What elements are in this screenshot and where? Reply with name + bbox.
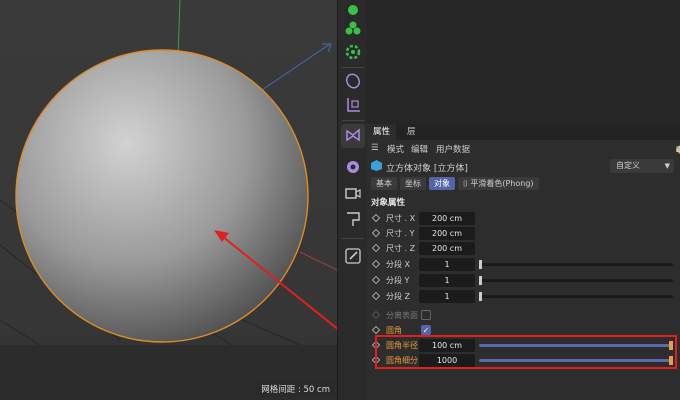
segments-z-slider[interactable] [479, 292, 673, 301]
subtab-basic[interactable]: 基本 [371, 177, 397, 190]
attribute-menu: ☰ 模式 编辑 用户数据 ← ↑ ⌕ ⌂ 🔒 ⚙ ⧉ [367, 141, 680, 157]
camera-icon [345, 185, 361, 204]
subtab-phong[interactable]: ⌷ 平滑着色(Phong) [458, 177, 539, 190]
preset-dropdown[interactable]: 自定义 ▼ [610, 159, 674, 173]
tool-mograph[interactable] [341, 41, 365, 65]
grid-spacing-readout: 网格间距 : 50 cm [256, 381, 335, 397]
slider-knob[interactable] [479, 292, 482, 301]
tag-icon [345, 211, 361, 230]
segments-y-field[interactable]: 1 [419, 274, 475, 287]
param-segments-z: 分段 Z 1 [367, 290, 680, 304]
keyframe-diamond-icon[interactable] [371, 291, 381, 301]
keyframe-diamond-icon[interactable] [371, 275, 381, 285]
size-z-field[interactable]: 200 cm [419, 242, 475, 255]
right-panel: 属性 层 ☰ 模式 编辑 用户数据 ← ↑ ⌕ ⌂ 🔒 ⚙ ⧉ 立方体对象 [立… [367, 0, 680, 400]
chevron-down-icon: ▼ [664, 162, 670, 170]
transform-icon [345, 97, 361, 116]
segments-y-slider[interactable] [479, 276, 673, 285]
attribute-manager: 属性 层 ☰ 模式 编辑 用户数据 ← ↑ ⌕ ⌂ 🔒 ⚙ ⧉ 立方体对象 [立… [367, 124, 680, 400]
attribute-subtabs: 基本 坐标 对象 ⌷ 平滑着色(Phong) [371, 177, 539, 190]
subtab-object[interactable]: 对象 [429, 177, 455, 190]
cube-icon [371, 160, 382, 174]
tool-cloner[interactable] [341, 17, 365, 41]
spline-icon [345, 127, 361, 146]
viewport-scene [0, 0, 337, 400]
param-separate-surfaces: 分离表面 [367, 309, 680, 323]
keyframe-diamond-icon[interactable] [371, 310, 381, 320]
size-y-field[interactable]: 200 cm [419, 227, 475, 240]
slider-knob[interactable] [479, 276, 482, 285]
tool-tag[interactable] [341, 208, 365, 232]
tool-spline[interactable] [341, 124, 365, 148]
menu-mode[interactable]: 模式 [387, 143, 404, 155]
param-label: 尺寸 . X [386, 214, 416, 223]
menu-user-data[interactable]: 用户数据 [436, 143, 470, 155]
capsule-icon [345, 72, 361, 92]
object-manager[interactable] [367, 0, 680, 125]
tool-edit[interactable] [341, 245, 365, 269]
tab-layers[interactable]: 层 [401, 124, 422, 140]
segments-x-slider[interactable] [479, 260, 673, 269]
segments-z-field[interactable]: 1 [419, 290, 475, 303]
section-title: 对象属性 [371, 198, 406, 208]
keyframe-diamond-icon[interactable] [371, 213, 381, 223]
tool-capsule[interactable] [341, 70, 365, 94]
keyframe-diamond-icon[interactable] [371, 243, 381, 253]
subtab-phong-label: 平滑着色(Phong) [470, 179, 534, 188]
param-size-z: 尺寸 . Z 200 cm [367, 242, 680, 256]
viewport-3d[interactable]: 网格间距 : 50 cm [0, 0, 337, 400]
keyframe-diamond-icon[interactable] [371, 325, 381, 335]
param-label: 尺寸 . Z [386, 244, 416, 253]
sphere-object[interactable] [15, 49, 309, 343]
hamburger-icon[interactable]: ☰ [371, 143, 379, 153]
preset-value: 自定义 [616, 161, 640, 170]
cloner-icon [345, 20, 361, 39]
tool-palette [337, 0, 368, 400]
param-label: 分离表面 [386, 311, 418, 320]
tool-transform[interactable] [341, 94, 365, 118]
size-x-field[interactable]: 200 cm [419, 212, 475, 225]
tab-attributes[interactable]: 属性 [367, 124, 397, 140]
slider-knob[interactable] [479, 260, 482, 269]
annotation-highlight-box [375, 335, 677, 369]
fillet-checkbox[interactable]: ✓ [421, 325, 431, 335]
param-label: 分段 Z [386, 292, 411, 301]
param-label: 尺寸 . Y [386, 229, 415, 238]
param-label: 分段 X [386, 260, 411, 269]
param-segments-x: 分段 X 1 [367, 258, 680, 272]
tool-camera[interactable] [341, 182, 365, 206]
keyframe-diamond-icon[interactable] [371, 228, 381, 238]
separate-surfaces-checkbox[interactable] [421, 310, 431, 320]
new-window-icon[interactable]: ⧉ [676, 145, 680, 155]
mograph-icon [345, 44, 361, 63]
object-header: 立方体对象 [立方体] [371, 160, 468, 174]
param-segments-y: 分段 Y 1 [367, 274, 680, 288]
menu-edit[interactable]: 编辑 [411, 143, 428, 155]
param-size-y: 尺寸 . Y 200 cm [367, 227, 680, 241]
edit-icon [345, 247, 361, 267]
object-title: 立方体对象 [立方体] [386, 163, 468, 174]
param-size-x: 尺寸 . X 200 cm [367, 212, 680, 226]
tool-deformer[interactable] [341, 156, 365, 180]
deformer-icon [345, 159, 361, 178]
param-label: 分段 Y [386, 276, 410, 285]
x-axis-line [299, 251, 337, 271]
segments-x-field[interactable]: 1 [419, 258, 475, 271]
y-axis-line [177, 0, 181, 59]
attribute-tabs: 属性 层 [367, 124, 680, 140]
subtab-coord[interactable]: 坐标 [400, 177, 426, 190]
keyframe-diamond-icon[interactable] [371, 259, 381, 269]
